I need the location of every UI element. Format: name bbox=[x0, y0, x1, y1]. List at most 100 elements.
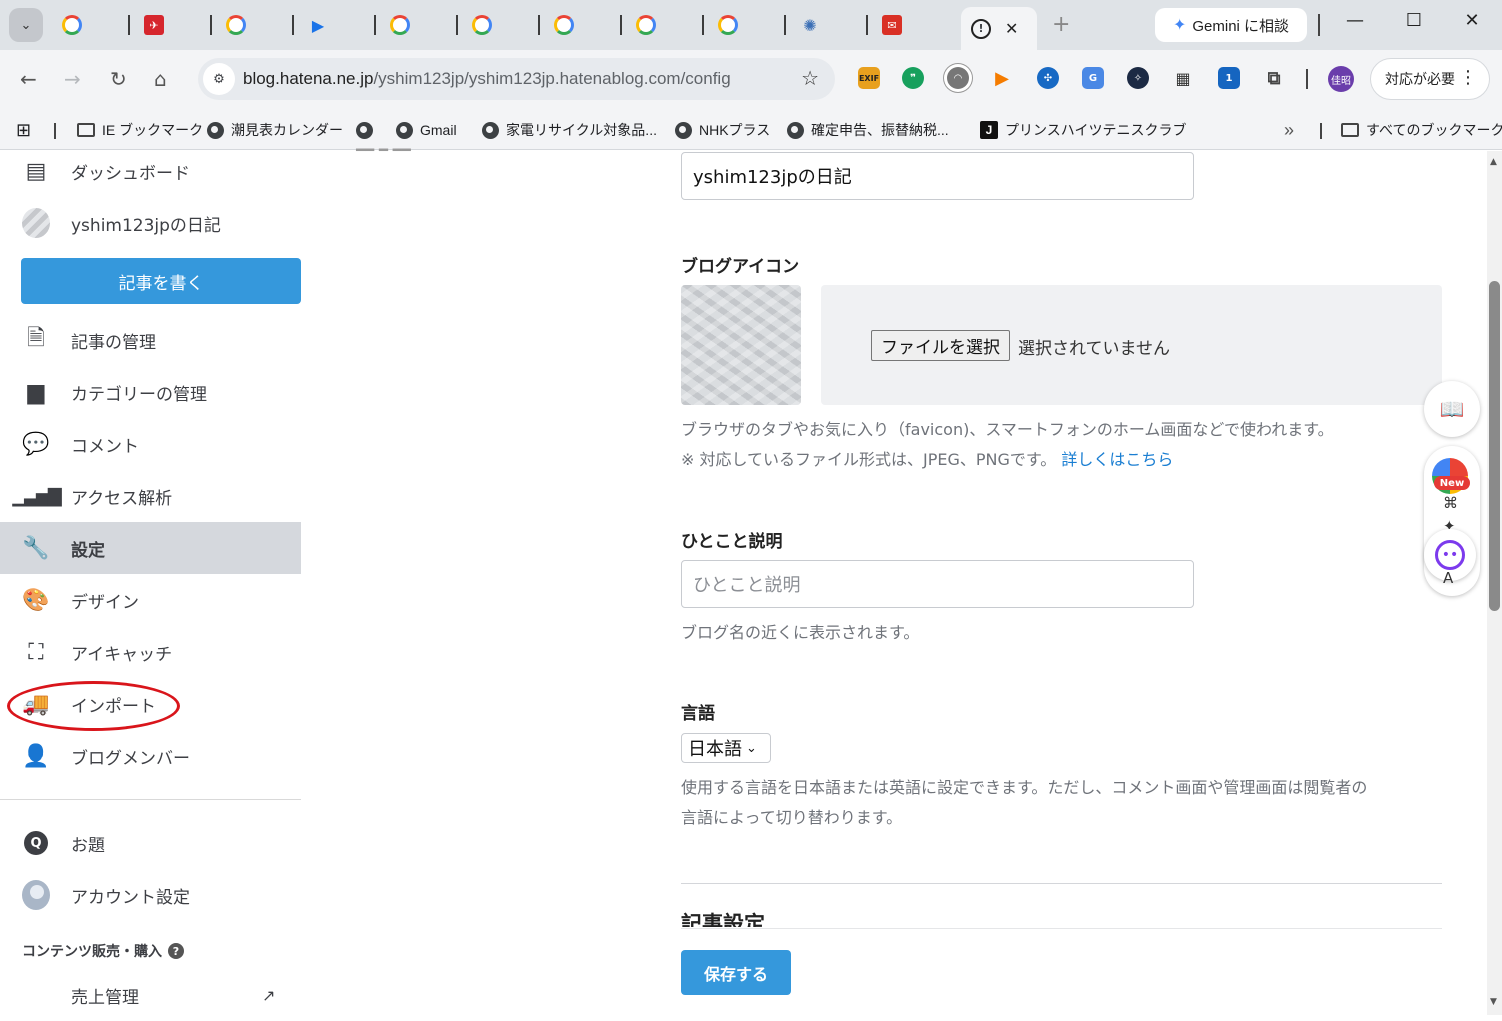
forward-arrow-icon[interactable]: → bbox=[64, 67, 81, 91]
sidebar-item-comments[interactable]: 💬 コメント bbox=[0, 418, 301, 470]
scrollbar-thumb[interactable] bbox=[1489, 281, 1500, 611]
all-bookmarks-folder[interactable]: すべてのブックマーク bbox=[1341, 117, 1502, 143]
sidebar-item-analytics[interactable]: ▁▃▅▇ アクセス解析 bbox=[0, 470, 301, 522]
scroll-up-arrow-icon[interactable]: ▲ bbox=[1490, 157, 1497, 167]
action-needed-button[interactable]: 対応が必要 ⋮ bbox=[1370, 58, 1490, 100]
tab[interactable] bbox=[458, 9, 540, 41]
scroll-down-arrow-icon[interactable]: ▼ bbox=[1490, 997, 1497, 1007]
home-icon[interactable]: ⌂ bbox=[154, 67, 167, 91]
translate-extension-icon[interactable]: G bbox=[1082, 67, 1104, 89]
site-info-icon[interactable]: ⚙ bbox=[203, 63, 235, 95]
blog-icon-label: ブログアイコン bbox=[681, 257, 800, 277]
description-input[interactable]: ひとこと説明 bbox=[681, 560, 1194, 608]
sidebar-item-dashboard[interactable]: ▤ ダッシュボード bbox=[0, 145, 301, 197]
sidebar-item-settings[interactable]: 🔧 設定 bbox=[0, 522, 301, 574]
quote-extension-icon[interactable]: ❞ bbox=[902, 67, 924, 89]
sidebar-item-account[interactable]: アカウント設定 bbox=[0, 869, 301, 921]
icon-note: ブラウザのタブやお気に入り（favicon)、スマートフォンのホーム画面などで使… bbox=[681, 420, 1334, 439]
url-path: /yshim123jp/yshim123jp.hatenablog.com/co… bbox=[373, 69, 731, 88]
bookmark-star-icon[interactable]: ☆ bbox=[801, 66, 819, 90]
tab-close-icon[interactable]: ✕ bbox=[1005, 19, 1018, 38]
sidebar-item-design[interactable]: 🎨 デザイン bbox=[0, 574, 301, 626]
close-window-button[interactable]: ✕ bbox=[1452, 10, 1492, 31]
divider bbox=[681, 928, 1442, 929]
shortcut-icon[interactable]: ⌘ bbox=[1443, 494, 1458, 512]
profile-avatar[interactable]: 佳昭 bbox=[1328, 66, 1354, 92]
bookmark-label: すべてのブックマーク bbox=[1366, 122, 1502, 138]
tab[interactable] bbox=[540, 9, 622, 41]
dashboard-icon: ▤ bbox=[25, 158, 47, 184]
robot-face-icon: •• bbox=[1435, 540, 1465, 570]
sidebar-item-articles[interactable]: 🗎 記事の管理 bbox=[0, 314, 301, 366]
reader-book-button[interactable]: 📖 bbox=[1424, 381, 1480, 437]
section-heading-label: コンテンツ販売・購入 bbox=[22, 944, 162, 960]
chevron-down-icon: ⌄ bbox=[20, 17, 32, 33]
file-status-text: 選択されていません bbox=[1018, 339, 1170, 359]
address-bar[interactable]: ⚙ blog.hatena.ne.jp/yshim123jp/yshim123j… bbox=[198, 58, 835, 100]
sidebar-item-categories[interactable]: ▆ カテゴリーの管理 bbox=[0, 366, 301, 418]
tab[interactable]: ▶ bbox=[294, 9, 376, 41]
tab[interactable] bbox=[704, 9, 786, 41]
url-text[interactable]: blog.hatena.ne.jp/yshim123jp/yshim123jp.… bbox=[243, 69, 731, 89]
tab[interactable] bbox=[622, 9, 704, 41]
sidebar-item-members[interactable]: 👤 ブログメンバー bbox=[0, 730, 301, 782]
new-tab-button[interactable]: + bbox=[1052, 12, 1070, 37]
sidebar-item-blog[interactable]: yshim123jpの日記 bbox=[0, 197, 301, 249]
bookmark-item[interactable]: 潮見表カレンダー bbox=[207, 117, 343, 143]
reload-icon[interactable]: ↻ bbox=[110, 67, 127, 91]
maximize-button[interactable]: ☐ bbox=[1394, 10, 1434, 31]
blog-avatar bbox=[22, 208, 50, 238]
page-scrollbar[interactable]: ▲ ▼ bbox=[1487, 151, 1502, 1015]
rss-extension-icon[interactable]: ◠ bbox=[947, 67, 969, 89]
divider bbox=[1320, 123, 1322, 139]
bookmark-item[interactable]: 確定申告、振替納税... bbox=[787, 117, 949, 143]
tab[interactable] bbox=[376, 9, 458, 41]
bookmark-folder[interactable]: IE ブックマーク bbox=[77, 117, 203, 143]
bookmark-item[interactable]: NHKプラス bbox=[675, 117, 770, 143]
tab[interactable] bbox=[48, 9, 130, 41]
dots-extension-icon[interactable]: ✣ bbox=[1037, 67, 1059, 89]
language-select[interactable]: 日本語 ⌄ bbox=[681, 733, 771, 763]
bookmarks-bar: ⊞ IE ブックマーク 潮見表カレンダー Gmail 家電リサイクル対象品...… bbox=[0, 110, 1502, 150]
tab[interactable]: ✺ bbox=[786, 9, 868, 41]
tab[interactable]: ✉ bbox=[868, 9, 950, 41]
save-button[interactable]: 保存する bbox=[681, 950, 791, 995]
bookmark-label: NHKプラス bbox=[699, 122, 771, 138]
google-icon bbox=[62, 15, 82, 35]
tab[interactable] bbox=[212, 9, 294, 41]
choose-file-button[interactable]: ファイルを選択 bbox=[871, 330, 1010, 361]
bookmarks-overflow-button[interactable]: » bbox=[1284, 117, 1294, 143]
tab[interactable]: ✈ bbox=[130, 9, 212, 41]
back-arrow-icon[interactable]: ← bbox=[20, 67, 37, 91]
gemini-button[interactable]: ✦ Gemini に相談 bbox=[1155, 8, 1307, 42]
active-tab[interactable]: ! ✕ bbox=[961, 7, 1037, 50]
details-link[interactable]: 詳しくはこちら bbox=[1061, 450, 1173, 469]
puzzle-extensions-icon[interactable]: ⧉ bbox=[1263, 67, 1285, 89]
bookmark-item[interactable]: 家電リサイクル対象品... bbox=[482, 117, 657, 143]
sidebar-item-sales[interactable]: 売上管理 ↗ bbox=[0, 969, 301, 1021]
help-icon[interactable]: ? bbox=[168, 943, 184, 959]
image-frame-icon: ⛶ bbox=[28, 639, 44, 665]
qr-code-extension-icon[interactable]: ▦ bbox=[1172, 67, 1194, 89]
play-extension-icon[interactable]: ▶ bbox=[991, 67, 1013, 89]
bookmark-item[interactable] bbox=[356, 117, 373, 143]
external-link-icon: ↗ bbox=[262, 985, 276, 1005]
compass-extension-icon[interactable]: ✧ bbox=[1127, 67, 1149, 89]
sidebar-item-eyecatch[interactable]: ⛶ アイキャッチ bbox=[0, 626, 301, 678]
sidebar-item-odai[interactable]: Q お題 bbox=[0, 817, 301, 869]
upload-area: ファイルを選択 選択されていません bbox=[821, 285, 1442, 405]
sidebar-divider bbox=[0, 799, 301, 800]
translate-icon[interactable]: A bbox=[1443, 569, 1453, 587]
plane-icon: ✈ bbox=[144, 15, 164, 35]
bookmark-item[interactable]: Gmail bbox=[396, 117, 457, 143]
minimize-button[interactable]: — bbox=[1335, 10, 1375, 31]
apps-grid-icon[interactable]: ⊞ bbox=[16, 117, 31, 143]
bookmark-label: Gmail bbox=[420, 122, 457, 138]
write-article-button[interactable]: 記事を書く bbox=[21, 258, 301, 304]
blog-title-input[interactable]: yshim123jpの日記 bbox=[681, 152, 1194, 200]
notification-extension-icon[interactable]: 1 bbox=[1218, 67, 1240, 89]
tab-search-button[interactable]: ⌄ bbox=[9, 8, 43, 42]
bookmark-item[interactable]: J プリンスハイツテニスクラブ bbox=[980, 117, 1186, 143]
sidebar-item-label: 記事の管理 bbox=[71, 332, 156, 353]
exif-extension-icon[interactable]: EXIF bbox=[858, 67, 880, 89]
